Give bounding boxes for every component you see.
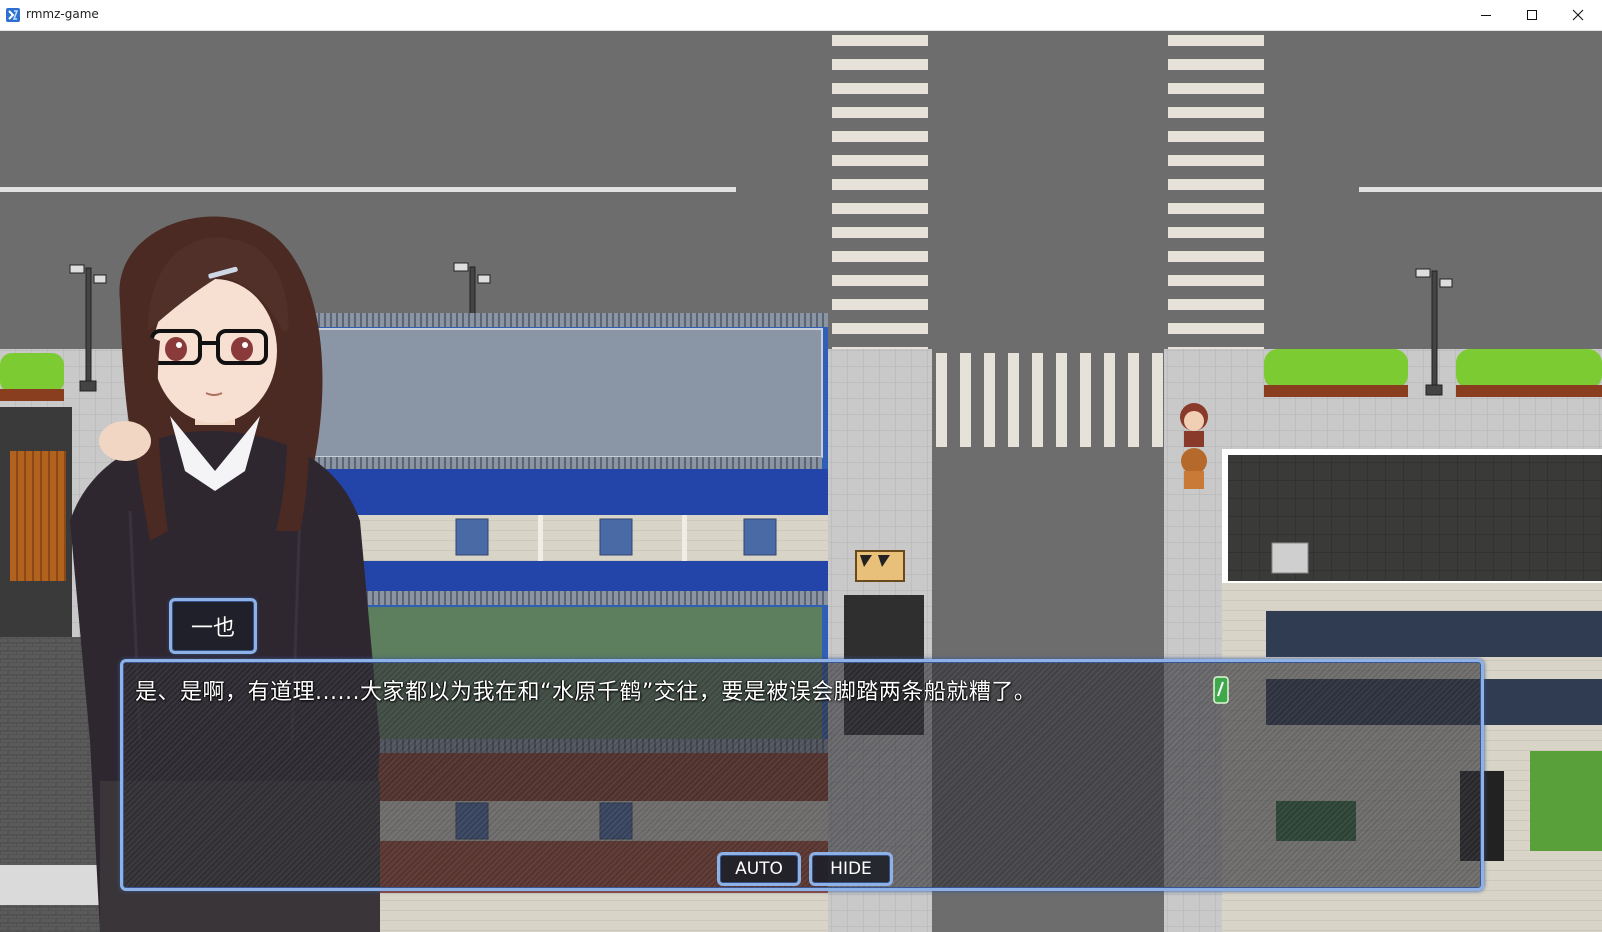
speaker-name: 一也 [190, 616, 235, 641]
minimize-icon [1481, 15, 1491, 16]
crosswalk-stripe [832, 323, 928, 334]
close-icon [1572, 9, 1584, 21]
crosswalk-stripe [1168, 35, 1264, 46]
crosswalk-stripe [832, 155, 928, 166]
app-icon [6, 8, 20, 22]
minimize-button[interactable] [1463, 0, 1509, 30]
crosswalk-stripe [1168, 131, 1264, 142]
crosswalk-stripe [832, 299, 928, 310]
player-sprite [1181, 448, 1207, 489]
game-screen[interactable]: 一也 是、是啊，有道理......大家都以为我在和“水原千鹤”交往，要是被误会脚… [0, 31, 1602, 932]
crosswalk-stripe [1168, 155, 1264, 166]
crosswalk-stripe [1152, 353, 1163, 447]
crosswalk-stripe [984, 353, 995, 447]
crosswalk-stripe [832, 131, 928, 142]
crosswalk-stripe [960, 353, 971, 447]
road-barrier [855, 550, 905, 582]
crosswalk-stripe [1168, 83, 1264, 94]
crosswalk-stripe [1168, 227, 1264, 238]
game-window: rmmz-game 一也 是、是啊，有道理......大家都以为我在和“水原千鹤… [0, 0, 1602, 932]
hide-button[interactable]: HIDE [809, 852, 893, 886]
crosswalk-stripe [832, 275, 928, 286]
crosswalk-stripe [1168, 203, 1264, 214]
crosswalk-stripe [936, 353, 947, 447]
dialogue-text: 是、是啊，有道理......大家都以为我在和“水原千鹤”交往，要是被误会脚踏两条… [135, 680, 1037, 705]
maximize-icon [1527, 10, 1537, 20]
crosswalk-stripe [1008, 353, 1019, 447]
crosswalk-stripe [1168, 323, 1264, 334]
crosswalk-stripe [832, 107, 928, 118]
crosswalk-stripe [1168, 179, 1264, 190]
message-window[interactable]: 是、是啊，有道理......大家都以为我在和“水原千鹤”交往，要是被误会脚踏两条… [120, 659, 1484, 891]
crosswalk-stripe [1104, 353, 1115, 447]
crosswalk-stripe [1168, 299, 1264, 310]
crosswalk-stripe [832, 59, 928, 70]
crosswalk-stripe [1168, 251, 1264, 262]
window-title: rmmz-game [26, 7, 99, 21]
crosswalk-stripe [1168, 107, 1264, 118]
auto-button[interactable]: AUTO [717, 852, 801, 886]
crosswalk-stripe [1128, 353, 1139, 447]
crosswalk-stripe [832, 227, 928, 238]
crosswalk-stripe [1056, 353, 1067, 447]
crosswalk-stripe [832, 83, 928, 94]
crosswalk-stripe [1168, 275, 1264, 286]
crosswalk-stripe [832, 251, 928, 262]
speaker-name-box: 一也 [169, 598, 257, 654]
crosswalk-stripe [1080, 353, 1091, 447]
title-bar[interactable]: rmmz-game [0, 0, 1602, 31]
crosswalk-stripe [1168, 59, 1264, 70]
close-button[interactable] [1555, 0, 1601, 30]
npc-girl-sprite [1180, 403, 1208, 447]
pause-cursor-icon [1213, 676, 1229, 704]
crosswalk-stripe [832, 179, 928, 190]
crosswalk-stripe [832, 203, 928, 214]
crosswalk-stripe [832, 35, 928, 46]
crosswalk-stripe [1032, 353, 1043, 447]
maximize-button[interactable] [1509, 0, 1555, 30]
